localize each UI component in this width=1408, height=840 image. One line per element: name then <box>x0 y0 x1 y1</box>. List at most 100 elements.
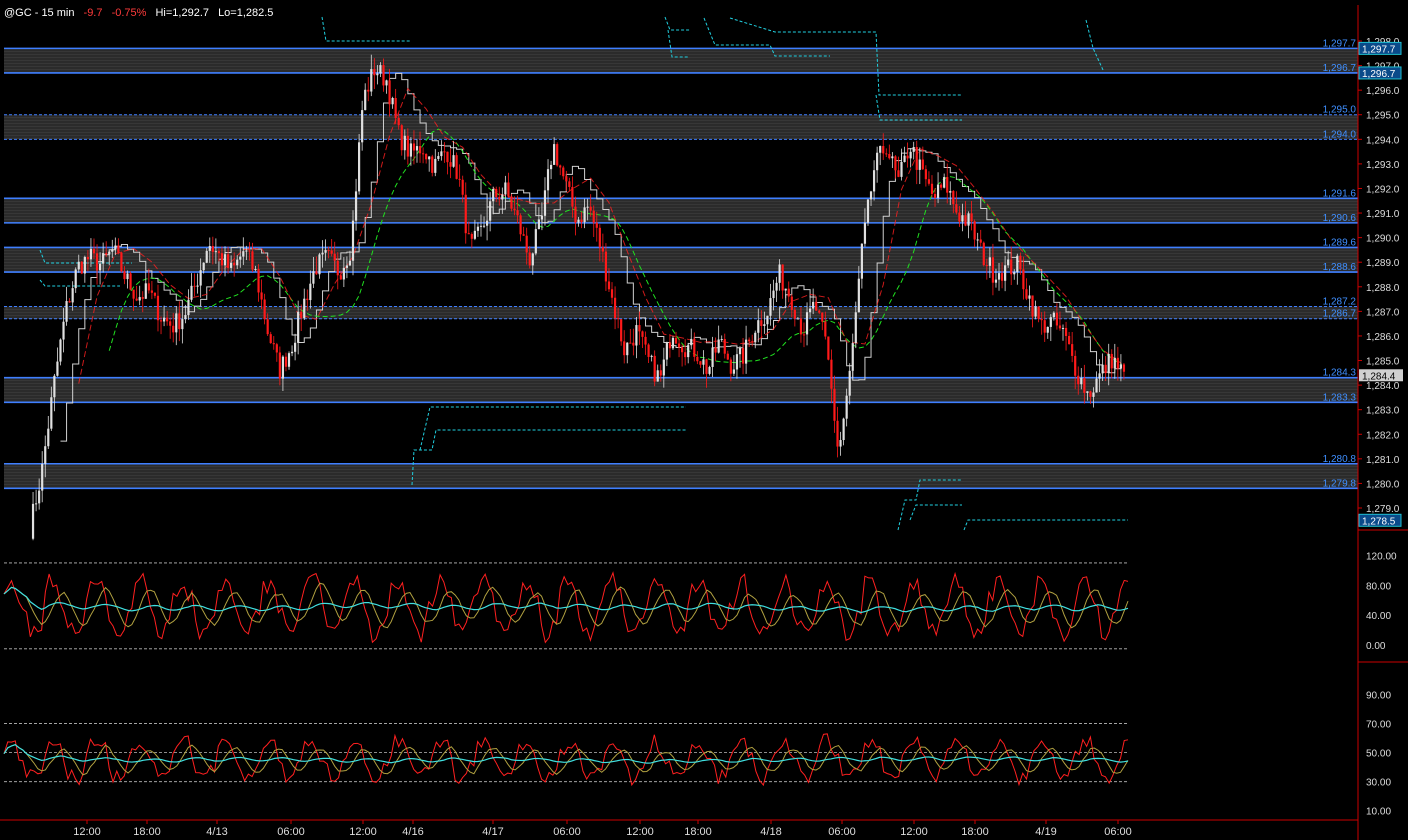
candle-body <box>150 290 153 293</box>
candle-body <box>105 253 108 255</box>
candle-body <box>1043 320 1046 333</box>
candle-body <box>77 261 80 270</box>
y-axis-labels: 1,298.01,297.01,296.01,295.01,294.01,293… <box>1358 37 1403 818</box>
candle-body <box>842 418 845 441</box>
candle-body <box>71 288 74 303</box>
candle-body <box>1052 312 1055 318</box>
candle-body <box>62 321 65 340</box>
candle-body <box>982 242 985 266</box>
candle-body <box>808 308 812 313</box>
candle-body <box>894 156 897 171</box>
x-tick-label: 06:00 <box>553 826 581 838</box>
candle-body <box>1104 364 1107 374</box>
candle-body <box>891 156 894 159</box>
candle-body <box>647 344 650 357</box>
level-label: 1,291.6 <box>1323 188 1357 199</box>
candle-body <box>412 143 416 151</box>
y-tick-label: 1,290.0 <box>1366 234 1400 245</box>
y-tick-label: 1,296.0 <box>1366 86 1400 97</box>
candle-body <box>312 271 315 284</box>
candle-body <box>169 321 172 326</box>
candle-body <box>233 262 236 266</box>
candle-body <box>382 65 385 86</box>
oscillator-tick-label: 80.00 <box>1366 581 1391 592</box>
candle-body <box>300 311 303 319</box>
candle-body <box>257 269 260 293</box>
candle-body <box>345 265 349 268</box>
candle-body <box>854 312 857 344</box>
candle-body <box>418 146 422 154</box>
candle-body <box>269 334 272 344</box>
candle-body <box>802 334 806 336</box>
candle-body <box>1083 377 1086 393</box>
candle-body <box>598 227 601 248</box>
candle-body <box>431 156 434 173</box>
candle-body <box>571 186 574 207</box>
candle-body <box>367 89 370 92</box>
candle-body <box>284 356 288 367</box>
candle-body <box>556 144 559 166</box>
candle-body <box>89 248 93 260</box>
candle-body <box>876 152 879 171</box>
x-tick-label: 4/18 <box>760 826 781 838</box>
oscillator-signal-line <box>3 744 1129 776</box>
x-tick-label: 4/17 <box>482 826 503 838</box>
y-tick-label: 1,295.0 <box>1366 111 1400 122</box>
x-tick-label: 4/16 <box>402 826 423 838</box>
candle-body <box>635 325 638 346</box>
candle-body <box>656 370 659 382</box>
candle-body <box>677 343 681 348</box>
candle-body <box>86 257 89 260</box>
candle-body <box>297 311 300 343</box>
candle-body <box>266 319 269 335</box>
candle-body <box>83 257 86 274</box>
candle-body <box>769 298 772 316</box>
candle-body <box>281 356 285 379</box>
candle-body <box>1019 255 1022 270</box>
oscillator-tick-label: 10.00 <box>1366 807 1391 818</box>
candle-body <box>882 146 885 154</box>
candle-body <box>458 178 461 180</box>
y-tick-label: 1,288.0 <box>1366 283 1400 294</box>
candle-body <box>684 352 687 358</box>
level-label: 1,288.6 <box>1323 262 1357 273</box>
candle-body <box>562 167 565 177</box>
candle-body <box>394 98 397 118</box>
candle-body <box>306 298 309 301</box>
candle-body <box>214 251 217 253</box>
candle-body <box>915 146 918 170</box>
candle-body <box>309 283 312 301</box>
candle-body <box>754 332 757 343</box>
candle-body <box>1071 344 1074 356</box>
candle-body <box>607 281 611 290</box>
candle-body <box>242 251 245 257</box>
x-axis-labels: 12:00 18:00 4/13 06:00 12:00 4/16 4/17 06:00 12:… <box>73 820 1132 838</box>
candle-body <box>193 285 196 287</box>
x-tick-label: 12:00 <box>626 826 654 838</box>
candle-body <box>443 151 446 153</box>
candle-body <box>668 342 672 349</box>
x-tick-label: 18:00 <box>133 826 161 838</box>
candle-body <box>973 221 976 240</box>
candle-body <box>428 156 431 160</box>
candle-body <box>866 199 870 223</box>
candle-body <box>705 359 708 374</box>
candle-body <box>226 254 230 268</box>
y-tick-label: 1,287.0 <box>1366 307 1400 318</box>
candle-body <box>336 260 339 276</box>
x-tick-label: 06:00 <box>828 826 856 838</box>
change-percent: -0.75% <box>111 7 147 19</box>
candle-body <box>379 65 382 74</box>
symbol-label: @GC - 15 min <box>4 7 75 19</box>
candle-body <box>50 397 53 429</box>
candle-body <box>437 156 440 159</box>
y-tick-label: 1,289.0 <box>1366 258 1400 269</box>
candle-body <box>187 299 190 316</box>
candle-body <box>129 273 132 290</box>
level-label: 1,284.3 <box>1323 368 1357 379</box>
candle-body <box>254 269 257 271</box>
candle-body <box>138 297 141 301</box>
y-tick-label: 1,291.0 <box>1366 209 1400 220</box>
price-chart[interactable]: 1,298.01,297.01,296.01,295.01,294.01,293… <box>0 0 1408 840</box>
candle-body <box>577 219 580 223</box>
